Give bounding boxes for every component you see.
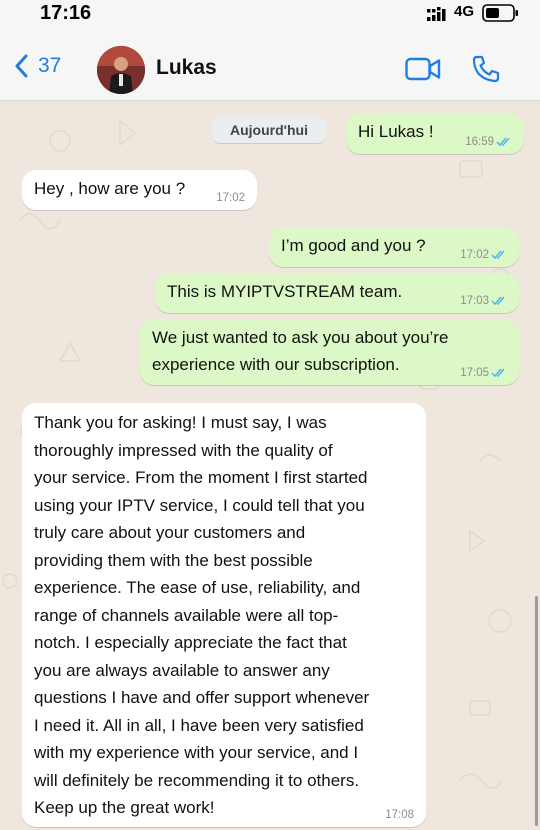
- message-time: 17:02: [216, 192, 245, 204]
- message-meta: 17:02: [216, 192, 245, 204]
- message-outgoing[interactable]: This is MYIPTVSTREAM team. 17:03: [155, 273, 519, 313]
- message-time: 16:59: [465, 136, 494, 148]
- battery-icon: [482, 4, 518, 22]
- message-text: I’m good and you ?: [281, 236, 426, 255]
- message-incoming[interactable]: Thank you for asking! I must say, I was …: [22, 403, 426, 827]
- message-text-line: will definitely be recommending it to ot…: [34, 770, 360, 790]
- message-text-line: with my experience with your service, an…: [34, 743, 359, 762]
- message-text-line: experience with our subscription.: [152, 355, 400, 374]
- message-text-line: range of channels available were all top…: [34, 605, 339, 625]
- chat-area[interactable]: Aujourd'hui Hi Lukas ! 16:59 Hey , how a…: [0, 101, 540, 830]
- message-time: 17:05: [460, 367, 489, 379]
- double-check-icon: [491, 250, 505, 260]
- contact-name[interactable]: Lukas: [156, 56, 217, 80]
- message-text: Hi Lukas !: [358, 122, 434, 141]
- message-time: 17:03: [460, 295, 489, 307]
- double-check-icon: [491, 296, 505, 306]
- message-meta: 17:05: [460, 367, 507, 379]
- message-text-line: thoroughly impressed with the quality of: [34, 440, 333, 460]
- chevron-left-icon: [15, 54, 28, 78]
- message-outgoing[interactable]: Hi Lukas ! 16:59: [346, 114, 524, 154]
- phone-icon[interactable]: [471, 54, 501, 84]
- message-text: This is MYIPTVSTREAM team.: [167, 282, 403, 301]
- chat-header: 37 Lukas: [0, 32, 540, 101]
- scrollbar[interactable]: [535, 596, 538, 826]
- unread-count: 37: [38, 54, 62, 77]
- message-meta: 17:08: [385, 809, 414, 821]
- message-text-line: truly care about your customers and: [34, 523, 306, 542]
- message-time: 17:08: [385, 809, 414, 821]
- double-check-icon: [491, 368, 505, 378]
- message-time: 17:02: [460, 249, 489, 261]
- message-text-line: questions I have and offer support whene…: [34, 688, 370, 707]
- double-check-icon: [496, 137, 510, 147]
- message-meta: 17:03: [460, 295, 507, 307]
- message-text-line: you are always available to answer any: [34, 660, 330, 680]
- message-text-line: Keep up the great work!: [34, 798, 215, 817]
- network-type: 4G: [454, 3, 475, 20]
- status-bar: 17:16 4G: [0, 0, 540, 32]
- video-camera-icon[interactable]: [405, 57, 441, 81]
- avatar[interactable]: [97, 46, 145, 94]
- message-text-line: using your IPTV service, I could tell th…: [34, 495, 365, 515]
- message-outgoing[interactable]: We just wanted to ask you about you’re e…: [140, 319, 519, 385]
- message-meta: 16:59: [465, 136, 512, 148]
- message-text-line: I need it. All in all, I have been very …: [34, 715, 364, 735]
- message-text-line: experience. The ease of use, reliability…: [34, 578, 361, 597]
- status-time: 17:16: [40, 2, 92, 24]
- message-text-line: Thank you for asking! I must say, I was: [34, 413, 327, 432]
- message-text-line: your service. From the moment I first st…: [34, 468, 368, 487]
- message-meta: 17:02: [460, 249, 507, 261]
- message-incoming[interactable]: Hey , how are you ? 17:02: [22, 170, 257, 210]
- message-outgoing[interactable]: I’m good and you ? 17:02: [269, 227, 519, 267]
- signal-icon: [427, 7, 446, 21]
- message-text-line: notch. I especially appreciate the fact …: [34, 633, 347, 652]
- date-chip: Aujourd'hui: [212, 117, 326, 143]
- message-text: Hey , how are you ?: [34, 179, 186, 198]
- message-text-line: We just wanted to ask you about you’re: [152, 328, 449, 347]
- back-button[interactable]: 37: [14, 54, 61, 78]
- message-text-line: providing them with the best possible: [34, 550, 313, 570]
